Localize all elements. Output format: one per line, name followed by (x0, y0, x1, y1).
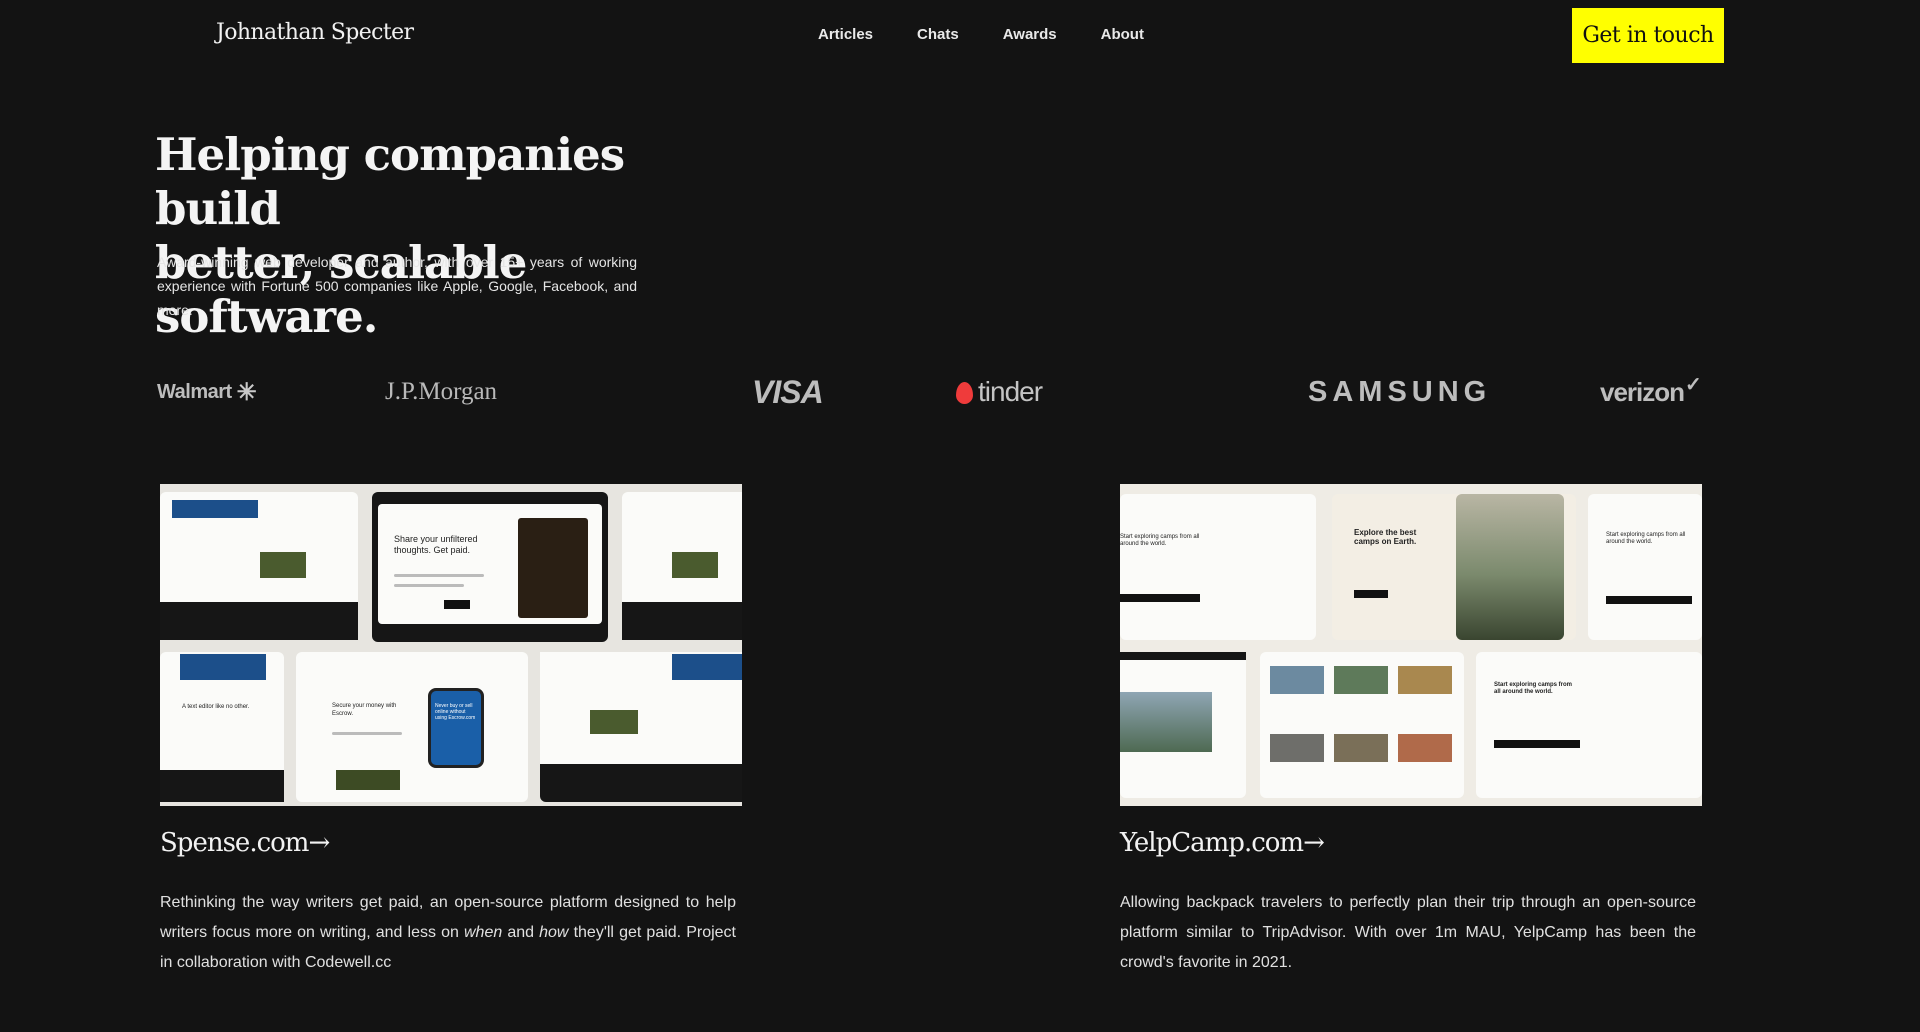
site-brand[interactable]: Johnathan Specter (216, 20, 414, 45)
spense-title-text: Spense.com (160, 828, 309, 858)
mockup-signin-text: Start exploring camps from all around th… (1494, 682, 1573, 695)
mockup-photo (1120, 692, 1212, 752)
arrow-right-icon: → (1303, 828, 1325, 858)
tinder-logo-text: tinder (978, 376, 1043, 407)
mockup-photo (518, 518, 588, 618)
tinder-flame-icon (956, 382, 973, 404)
mockup-panel (540, 652, 742, 802)
mockup-signin-text: Start exploring camps from all around th… (1120, 534, 1200, 547)
mockup-image (590, 710, 638, 734)
verizon-logo-text: verizon (1600, 376, 1685, 407)
spense-thumbnail[interactable]: Share your unfiltered thoughts. Get paid… (160, 484, 742, 806)
hero-subtitle: Award-winning web developer and author, … (157, 254, 637, 318)
mockup-image (1398, 666, 1452, 694)
mockup-button (1606, 596, 1692, 604)
mockup-panel: Start exploring camps from all around th… (1588, 494, 1702, 640)
mockup-panel: Explore the best camps on Earth. (1332, 494, 1576, 640)
nav-articles[interactable]: Articles (818, 26, 873, 43)
mockup-image (1398, 734, 1452, 762)
mockup-panel (160, 492, 358, 640)
walmart-logo: Walmart ✳ (157, 372, 257, 412)
arrow-right-icon: → (308, 828, 330, 858)
mockup-image (672, 552, 718, 578)
mockup-footer (160, 602, 358, 640)
yelpcamp-project-description: Allowing backpack travelers to perfectly… (1120, 894, 1696, 971)
mockup-phone: Never buy or sell online without using E… (428, 688, 484, 768)
yelpcamp-project-title[interactable]: YelpCamp.com→ (1120, 828, 1325, 858)
mockup-image (260, 552, 306, 578)
mockup-button (444, 600, 470, 609)
mockup-panel (622, 492, 742, 640)
mockup-image (336, 770, 400, 790)
spense-project-description: Rethinking the way writers get paid, an … (160, 888, 736, 978)
jpmorgan-logo: J.P.Morgan (385, 378, 498, 405)
mockup-line (332, 732, 402, 735)
verizon-logo: verizon ✓ (1600, 372, 1702, 412)
nav-about[interactable]: About (1101, 26, 1144, 43)
mockup-banner (672, 654, 742, 680)
desc-text: and (502, 924, 540, 941)
mockup-photo (1456, 494, 1564, 640)
mockup-money-text: Secure your money with Escrow. (332, 703, 397, 717)
samsung-logo: SAMSUNG (1308, 375, 1492, 408)
nav-chats[interactable]: Chats (917, 26, 959, 43)
mockup-headline: Explore the best camps on Earth. (1354, 528, 1417, 546)
mockup-panel: A text editor like no other. (160, 652, 284, 802)
hero-title-line1: Helping companies build (155, 128, 625, 235)
mockup-image (1334, 666, 1388, 694)
mockup-banner (172, 500, 258, 518)
mockup-panel: Start exploring camps from all around th… (1476, 652, 1702, 798)
mockup-button (1494, 740, 1580, 748)
mockup-image (1270, 734, 1324, 762)
mockup-navbar (1120, 652, 1246, 660)
nav-awards[interactable]: Awards (1003, 26, 1057, 43)
main-nav: Articles Chats Awards About (818, 26, 1188, 43)
mockup-panel (1120, 652, 1246, 798)
mockup-panel: Share your unfiltered thoughts. Get paid… (372, 492, 608, 642)
desc-emphasis: how (539, 924, 569, 941)
mockup-signin-text: Start exploring camps from all around th… (1606, 532, 1686, 545)
walmart-spark-icon: ✳ (236, 378, 257, 406)
mockup-image (1270, 666, 1324, 694)
mockup-editor-text: A text editor like no other. (182, 704, 250, 710)
mockup-image (1334, 734, 1388, 762)
desc-emphasis: when (463, 924, 503, 941)
mockup-line (394, 574, 484, 577)
mockup-button (1354, 590, 1388, 598)
spense-project-title[interactable]: Spense.com→ (160, 828, 330, 858)
mockup-panel (1260, 652, 1464, 798)
mockup-screen: Share your unfiltered thoughts. Get paid… (378, 504, 602, 624)
mockup-footer (160, 770, 284, 802)
yelpcamp-thumbnail[interactable]: Start exploring camps from all around th… (1120, 484, 1702, 806)
mockup-button (1120, 594, 1200, 602)
visa-logo: VISA (752, 373, 824, 410)
mockup-panel: Start exploring camps from all around th… (1120, 494, 1316, 640)
mockup-line (394, 584, 464, 587)
walmart-logo-text: Walmart (157, 380, 232, 403)
mockup-footer (622, 602, 742, 640)
mockup-banner (180, 654, 266, 680)
mockup-panel: Secure your money with Escrow. Never buy… (296, 652, 528, 802)
mockup-screen (540, 652, 742, 764)
verizon-check-icon: ✓ (1685, 373, 1702, 396)
tinder-logo: tinder (956, 372, 1043, 412)
mockup-headline: Share your unfiltered thoughts. Get paid… (394, 534, 478, 555)
get-in-touch-button[interactable]: Get in touch (1572, 8, 1724, 63)
yelpcamp-title-text: YelpCamp.com (1120, 828, 1304, 858)
